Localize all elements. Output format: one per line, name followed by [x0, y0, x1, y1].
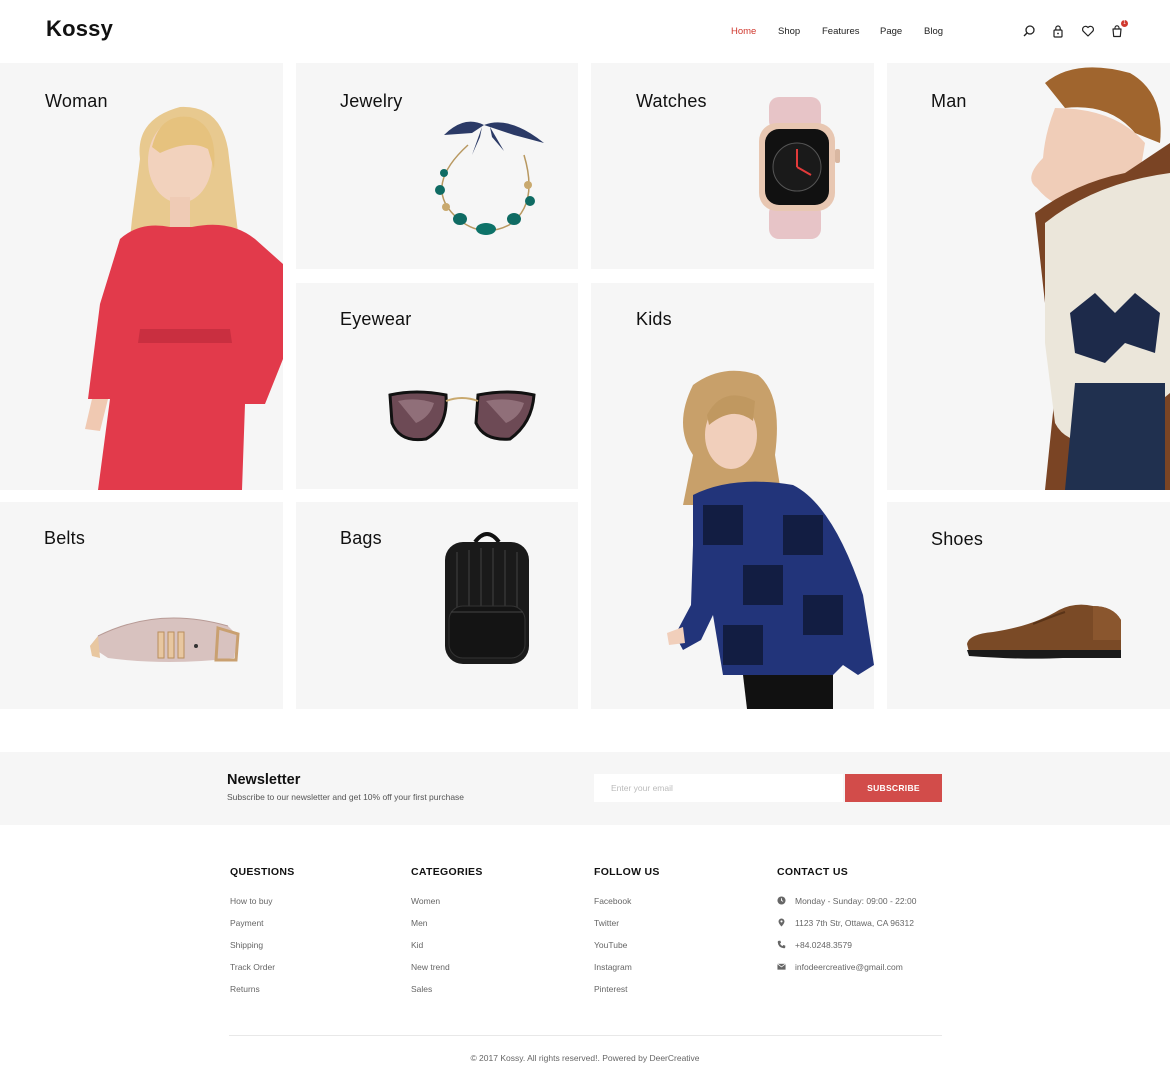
contact-hours-text: Monday - Sunday: 09:00 - 22:00	[795, 896, 917, 906]
backpack-image	[445, 532, 529, 664]
belt-image	[90, 617, 240, 662]
subscribe-button[interactable]: SUBSCRIBE	[845, 774, 942, 802]
contact-address: 1123 7th Str, Ottawa, CA 96312	[777, 917, 916, 939]
kid-model-image	[667, 370, 874, 709]
footer-link-track-order[interactable]: Track Order	[230, 961, 295, 983]
contact-phone-text[interactable]: +84.0248.3579	[795, 939, 852, 951]
location-pin-icon	[777, 918, 786, 927]
cart-icon[interactable]: 1	[1110, 20, 1128, 38]
copyright-text: © 2017 Kossy. All rights reserved!. Powe…	[470, 1053, 700, 1063]
phone-icon	[777, 940, 786, 949]
newsletter-title: Newsletter	[227, 772, 301, 788]
category-label: Eyewear	[340, 309, 412, 329]
smartwatch-image	[759, 97, 840, 239]
search-icon[interactable]	[1022, 24, 1036, 38]
site-header: Kossy Home Shop Features Page Blog 1	[0, 0, 1170, 63]
footer-link-instagram[interactable]: Instagram	[594, 961, 660, 983]
newsletter-subtitle: Subscribe to our newsletter and get 10% …	[227, 792, 465, 802]
site-logo[interactable]: Kossy	[46, 16, 113, 42]
category-label: Kids	[636, 309, 672, 329]
newsletter-section: Newsletter Subscribe to our newsletter a…	[0, 752, 1170, 825]
footer-column-title: CATEGORIES	[411, 866, 483, 878]
heart-icon[interactable]	[1081, 24, 1095, 38]
sunglasses-image	[388, 390, 536, 442]
mail-icon	[777, 962, 786, 971]
category-tile-woman[interactable]: Woman	[0, 63, 283, 490]
category-tile-watches[interactable]: Watches	[591, 63, 874, 269]
footer-link-women[interactable]: Women	[411, 895, 483, 917]
footer-follow-column: FOLLOW US Facebook Twitter YouTube Insta…	[594, 866, 660, 1005]
footer-link-returns[interactable]: Returns	[230, 983, 295, 1005]
category-label: Watches	[636, 91, 707, 111]
footer-column-title: QUESTIONS	[230, 866, 295, 878]
contact-address-text: 1123 7th Str, Ottawa, CA 96312	[795, 918, 914, 928]
lock-icon[interactable]	[1051, 24, 1065, 38]
nav-home[interactable]: Home	[731, 26, 756, 37]
man-model-image	[1031, 67, 1170, 490]
footer-divider	[229, 1035, 942, 1036]
cart-count-badge: 1	[1121, 20, 1128, 27]
footer-link-shipping[interactable]: Shipping	[230, 939, 295, 961]
footer-column-title: CONTACT US	[777, 866, 849, 878]
contact-hours: Monday - Sunday: 09:00 - 22:00	[777, 895, 916, 917]
nav-shop[interactable]: Shop	[778, 26, 800, 37]
footer-link-youtube[interactable]: YouTube	[594, 939, 660, 961]
footer-column-title: FOLLOW US	[594, 866, 660, 878]
footer-link-sales[interactable]: Sales	[411, 983, 483, 1005]
category-label: Man	[931, 91, 967, 111]
footer-link-men[interactable]: Men	[411, 917, 483, 939]
category-label: Bags	[340, 528, 382, 548]
footer-link-how-to-buy[interactable]: How to buy	[230, 895, 295, 917]
nav-page[interactable]: Page	[880, 26, 902, 37]
footer-link-facebook[interactable]: Facebook	[594, 895, 660, 917]
footer-categories-column: CATEGORIES Women Men Kid New trend Sales	[411, 866, 483, 1005]
woman-model-image	[85, 106, 283, 490]
category-tile-kids[interactable]: Kids	[591, 283, 874, 709]
category-tile-jewelry[interactable]: Jewelry	[296, 63, 578, 269]
category-label: Belts	[44, 528, 86, 548]
footer-link-kid[interactable]: Kid	[411, 939, 483, 961]
category-tile-bags[interactable]: Bags	[296, 502, 578, 709]
category-tile-man[interactable]: Man	[887, 63, 1170, 490]
category-tile-belts[interactable]: Belts	[0, 502, 283, 709]
clock-icon	[777, 896, 786, 905]
footer-questions-column: QUESTIONS How to buy Payment Shipping Tr…	[230, 866, 295, 1005]
footer-link-new-trend[interactable]: New trend	[411, 961, 483, 983]
footer-link-pinterest[interactable]: Pinterest	[594, 983, 660, 1005]
newsletter-email-input[interactable]	[594, 774, 843, 802]
footer-link-twitter[interactable]: Twitter	[594, 917, 660, 939]
contact-email-text[interactable]: infodeercreative@gmail.com	[795, 961, 903, 973]
necklace-image	[435, 121, 544, 235]
footer-link-payment[interactable]: Payment	[230, 917, 295, 939]
nav-features[interactable]: Features	[822, 26, 860, 37]
category-label: Jewelry	[340, 91, 403, 111]
shoe-image	[967, 604, 1121, 659]
contact-email: infodeercreative@gmail.com	[777, 961, 916, 983]
category-label: Shoes	[931, 529, 984, 549]
contact-phone: +84.0248.3579	[777, 939, 916, 961]
nav-blog[interactable]: Blog	[924, 26, 943, 37]
footer-contact-column: CONTACT US Monday - Sunday: 09:00 - 22:0…	[777, 866, 916, 983]
category-tile-shoes[interactable]: Shoes	[887, 502, 1170, 709]
category-tile-eyewear[interactable]: Eyewear	[296, 283, 578, 489]
